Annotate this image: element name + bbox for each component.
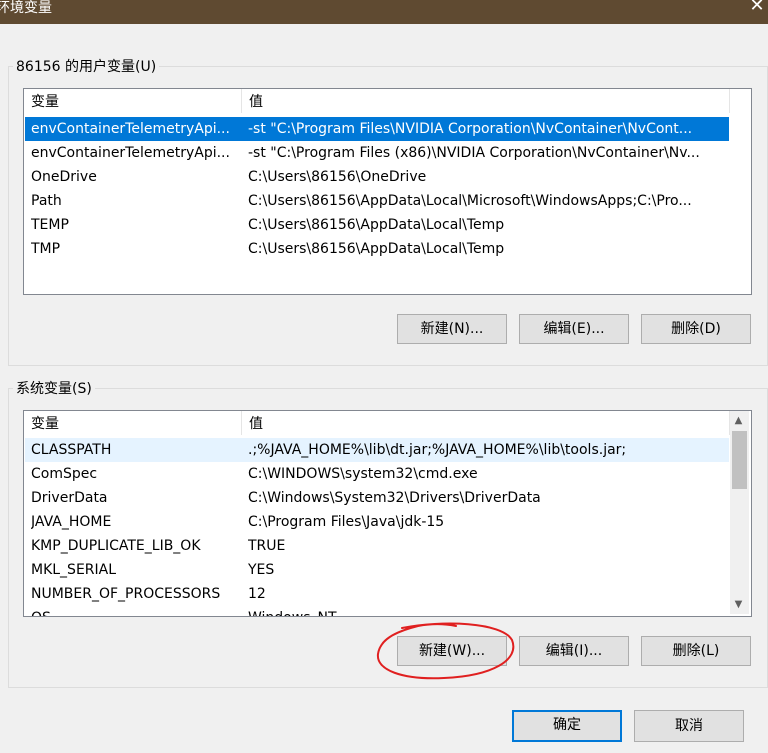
list-header: 变量 值 xyxy=(24,89,751,113)
variable-value: C:\Windows\System32\Drivers\DriverData xyxy=(248,490,541,506)
list-item[interactable]: OS Windows_NT xyxy=(25,606,729,616)
title-bar: 环境变量 ✕ xyxy=(0,0,768,24)
variable-name: MKL_SERIAL xyxy=(31,562,117,578)
user-new-button[interactable]: 新建(N)... xyxy=(397,314,507,344)
user-edit-button[interactable]: 编辑(E)... xyxy=(519,314,629,344)
list-item[interactable]: MKL_SERIAL YES xyxy=(25,558,729,582)
variable-name: OneDrive xyxy=(31,169,97,185)
variable-value: C:\WINDOWS\system32\cmd.exe xyxy=(248,466,478,482)
annotation-circle xyxy=(376,622,515,680)
variable-name: envContainerTelemetryApi... xyxy=(31,121,230,137)
list-item[interactable]: envContainerTelemetryApi... -st "C:\Prog… xyxy=(25,141,729,165)
variable-value: -st "C:\Program Files\NVIDIA Corporation… xyxy=(248,121,693,137)
user-delete-button[interactable]: 删除(D) xyxy=(641,314,751,344)
scrollbar-thumb[interactable] xyxy=(732,431,747,489)
system-vars-label: 系统变量(S) xyxy=(13,378,95,398)
variable-value: YES xyxy=(248,562,275,578)
ok-button[interactable]: 确定 xyxy=(512,710,622,742)
list-item[interactable]: TMP C:\Users\86156\AppData\Local\Temp xyxy=(25,237,729,261)
column-header-value[interactable]: 值 xyxy=(242,89,730,113)
variable-value: 12 xyxy=(248,586,266,602)
list-item[interactable]: KMP_DUPLICATE_LIB_OK TRUE xyxy=(25,534,729,558)
variable-value: C:\Users\86156\OneDrive xyxy=(248,169,427,185)
variable-name: KMP_DUPLICATE_LIB_OK xyxy=(31,538,201,554)
variable-name: ComSpec xyxy=(31,466,98,482)
vertical-scrollbar[interactable]: ▲ ▼ xyxy=(730,411,749,614)
user-vars-label: 86156 的用户变量(U) xyxy=(13,56,160,76)
list-item[interactable]: NUMBER_OF_PROCESSORS 12 xyxy=(25,582,729,606)
variable-value: Windows_NT xyxy=(248,606,728,616)
variable-name: DriverData xyxy=(31,490,108,506)
list-item[interactable]: OneDrive C:\Users\86156\OneDrive xyxy=(25,165,729,189)
variable-name: JAVA_HOME xyxy=(31,514,112,530)
list-item[interactable]: TEMP C:\Users\86156\AppData\Local\Temp xyxy=(25,213,729,237)
variable-value: C:\Users\86156\AppData\Local\Microsoft\W… xyxy=(248,193,692,209)
scroll-up-icon[interactable]: ▲ xyxy=(730,412,747,429)
column-header-variable[interactable]: 变量 xyxy=(24,411,242,435)
variable-value: -st "C:\Program Files (x86)\NVIDIA Corpo… xyxy=(248,145,700,161)
variable-value: C:\Users\86156\AppData\Local\Temp xyxy=(248,241,505,257)
system-delete-button[interactable]: 删除(L) xyxy=(641,636,751,666)
system-vars-list[interactable]: 变量 值 CLASSPATH .;%JAVA_HOME%\lib\dt.jar;… xyxy=(23,410,752,617)
variable-name: CLASSPATH xyxy=(31,442,112,458)
cancel-button[interactable]: 取消 xyxy=(634,710,744,742)
list-item[interactable]: ComSpec C:\WINDOWS\system32\cmd.exe xyxy=(25,462,729,486)
column-header-variable[interactable]: 变量 xyxy=(24,89,242,113)
column-header-value[interactable]: 值 xyxy=(242,411,730,435)
variable-value: .;%JAVA_HOME%\lib\dt.jar;%JAVA_HOME%\lib… xyxy=(248,442,627,458)
user-vars-list[interactable]: 变量 值 envContainerTelemetryApi... -st "C:… xyxy=(23,88,752,295)
variable-value: TRUE xyxy=(248,538,286,554)
variable-name: TMP xyxy=(31,241,61,257)
list-item[interactable]: Path C:\Users\86156\AppData\Local\Micros… xyxy=(25,189,729,213)
list-header: 变量 值 xyxy=(24,411,751,435)
variable-value: C:\Program Files\Java\jdk-15 xyxy=(248,514,445,530)
variable-name: Path xyxy=(31,193,62,209)
list-item[interactable]: envContainerTelemetryApi... -st "C:\Prog… xyxy=(25,117,729,141)
variable-name: TEMP xyxy=(31,217,69,233)
list-item[interactable]: CLASSPATH .;%JAVA_HOME%\lib\dt.jar;%JAVA… xyxy=(25,438,729,462)
variable-name: NUMBER_OF_PROCESSORS xyxy=(31,586,221,602)
variable-name: envContainerTelemetryApi... xyxy=(31,145,230,161)
list-item[interactable]: JAVA_HOME C:\Program Files\Java\jdk-15 xyxy=(25,510,729,534)
variable-value: C:\Users\86156\AppData\Local\Temp xyxy=(248,217,505,233)
window-title: 环境变量 xyxy=(0,0,52,16)
close-icon[interactable]: ✕ xyxy=(746,0,768,17)
scroll-down-icon[interactable]: ▼ xyxy=(730,596,747,613)
variable-name: OS xyxy=(31,606,241,616)
list-item[interactable]: DriverData C:\Windows\System32\Drivers\D… xyxy=(25,486,729,510)
system-edit-button[interactable]: 编辑(I)... xyxy=(519,636,629,666)
